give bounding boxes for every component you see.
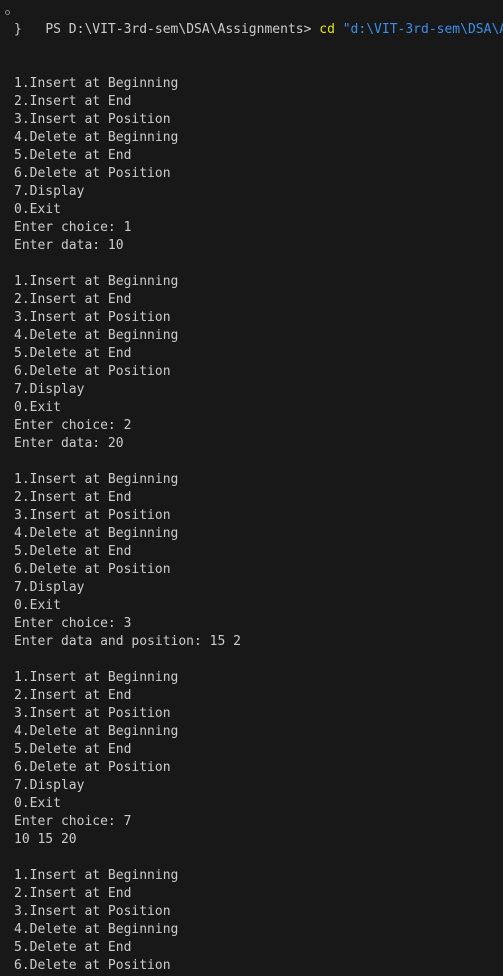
- menu-line: 2.Insert at End: [14, 886, 132, 901]
- menu-line: 4.Delete at Beginning: [14, 130, 179, 145]
- menu-line: 5.Delete at End: [14, 544, 132, 559]
- menu-line: 4.Delete at Beginning: [14, 526, 179, 541]
- choice-line: Enter choice: 1: [14, 220, 132, 235]
- menu-line: 7.Display: [14, 184, 85, 199]
- menu-line: 1.Insert at Beginning: [14, 868, 179, 883]
- menu-line: 2.Insert at End: [14, 688, 132, 703]
- command-status-icon: [2, 3, 12, 21]
- command-prompt-line: PS D:\VIT-3rd-sem\DSA\Assignments> cd "d…: [0, 3, 503, 37]
- menu-line: 1.Insert at Beginning: [14, 274, 179, 289]
- terminal-output[interactable]: PS D:\VIT-3rd-sem\DSA\Assignments> cd "d…: [0, 3, 503, 976]
- menu-line: 3.Insert at Position: [14, 706, 171, 721]
- menu-line: 7.Display: [14, 382, 85, 397]
- menu-line: 6.Delete at Position: [14, 760, 171, 775]
- menu-line: 4.Delete at Beginning: [14, 922, 179, 937]
- menu-line: 5.Delete at End: [14, 940, 132, 955]
- menu-line: 5.Delete at End: [14, 346, 132, 361]
- terminal-scrollbar[interactable]: [493, 0, 503, 976]
- menu-line: 3.Insert at Position: [14, 310, 171, 325]
- menu-line: 1.Insert at Beginning: [14, 76, 179, 91]
- menu-line: 1.Insert at Beginning: [14, 472, 179, 487]
- menu-line: 7.Display: [14, 580, 85, 595]
- menu-line: 6.Delete at Position: [14, 364, 171, 379]
- menu-line: 6.Delete at Position: [14, 958, 171, 973]
- choice-line: Enter choice: 2: [14, 418, 132, 433]
- menu-line: 3.Insert at Position: [14, 508, 171, 523]
- response-line: Enter data: 10: [14, 238, 124, 253]
- menu-line: 6.Delete at Position: [14, 562, 171, 577]
- menu-line: 3.Insert at Position: [14, 112, 171, 127]
- menu-line: 0.Exit: [14, 796, 61, 811]
- menu-line: 0.Exit: [14, 598, 61, 613]
- continuation-line: }: [14, 22, 22, 37]
- response-line: Enter data and position: 15 2: [14, 634, 241, 649]
- choice-line: Enter choice: 3: [14, 616, 132, 631]
- response-line: Enter data: 20: [14, 436, 124, 451]
- menu-line: 0.Exit: [14, 202, 61, 217]
- response-line: 10 15 20: [14, 832, 77, 847]
- choice-line: Enter choice: 7: [14, 814, 132, 829]
- menu-line: 5.Delete at End: [14, 742, 132, 757]
- menu-line: 2.Insert at End: [14, 292, 132, 307]
- menu-line: 2.Insert at End: [14, 490, 132, 505]
- menu-line: 0.Exit: [14, 400, 61, 415]
- menu-line: 4.Delete at Beginning: [14, 724, 179, 739]
- menu-line: 1.Insert at Beginning: [14, 670, 179, 685]
- menu-line: 3.Insert at Position: [14, 904, 171, 919]
- menu-line: 7.Display: [14, 778, 85, 793]
- menu-line: 2.Insert at End: [14, 94, 132, 109]
- menu-line: 4.Delete at Beginning: [14, 328, 179, 343]
- menu-line: 6.Delete at Position: [14, 166, 171, 181]
- menu-line: 5.Delete at End: [14, 148, 132, 163]
